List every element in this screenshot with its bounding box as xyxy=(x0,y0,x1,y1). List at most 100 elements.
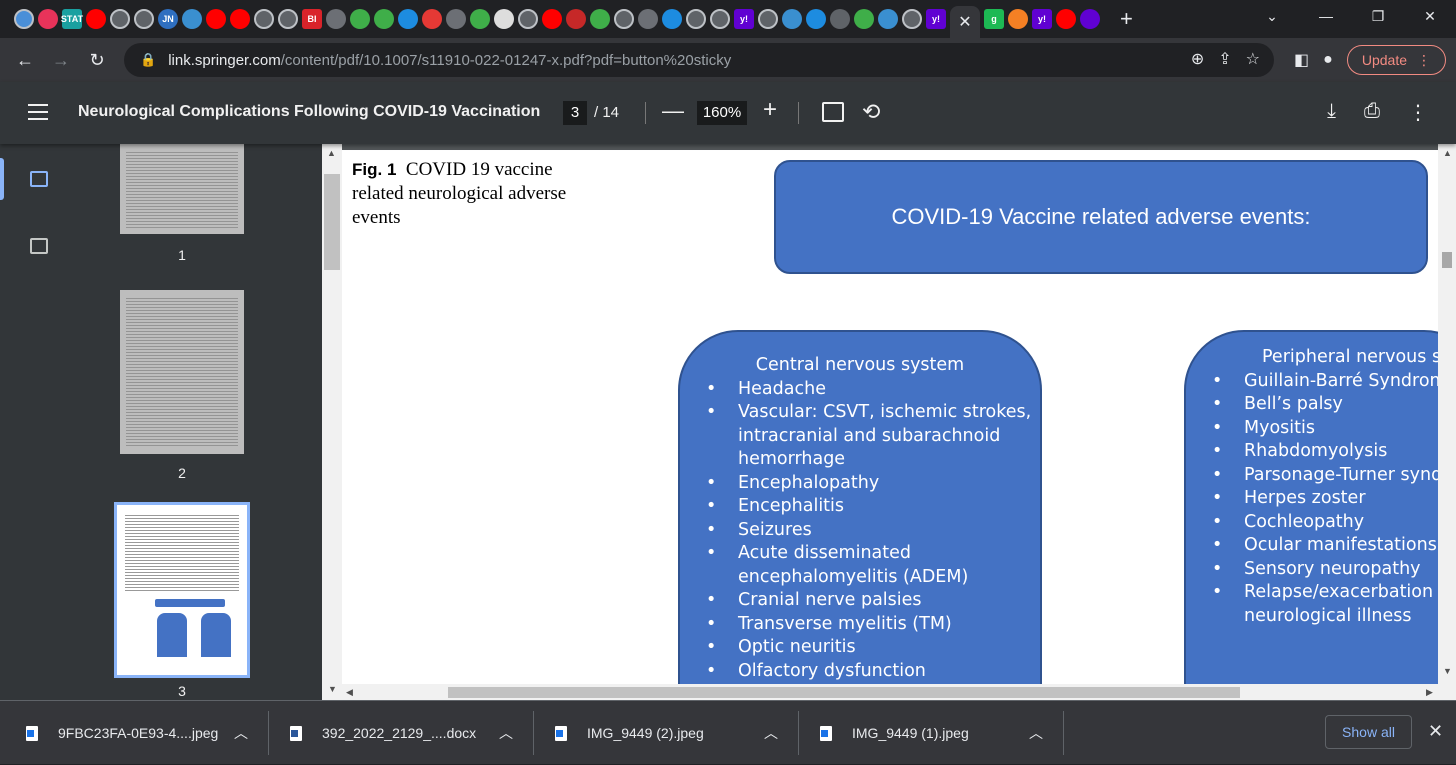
chevron-up-icon[interactable]: ︿ xyxy=(764,723,778,743)
address-bar[interactable]: 🔒 link.springer.com/content/pdf/10.1007/… xyxy=(124,43,1274,77)
share-icon[interactable]: ⇪ xyxy=(1218,49,1231,69)
play-icon[interactable] xyxy=(638,9,658,29)
play-icon[interactable] xyxy=(590,9,610,29)
left-scrollbar[interactable]: ▲ xyxy=(322,144,342,700)
rotate-icon[interactable]: ⟲ xyxy=(862,99,880,125)
youtube-icon[interactable] xyxy=(1056,9,1076,29)
horizontal-scroll-thumb[interactable] xyxy=(448,687,1240,698)
scroll-left-arrow[interactable]: ◀ xyxy=(346,687,353,698)
globe-icon[interactable] xyxy=(134,9,154,29)
search-icon[interactable] xyxy=(662,9,682,29)
globe-icon[interactable] xyxy=(254,9,274,29)
c-icon[interactable] xyxy=(398,9,418,29)
fit-page-icon[interactable] xyxy=(822,102,844,122)
globe-icon[interactable] xyxy=(686,9,706,29)
play-icon[interactable] xyxy=(350,9,370,29)
close-tab-icon[interactable]: ✕ xyxy=(958,12,971,32)
vertical-scroll-thumb[interactable] xyxy=(1442,252,1452,268)
chevron-up-icon[interactable]: ︿ xyxy=(1029,723,1043,743)
stack-icon[interactable] xyxy=(1008,9,1028,29)
scroll-up-arrow[interactable]: ▲ xyxy=(327,148,336,158)
list-item: Acute disseminated encephalomyelitis (AD… xyxy=(680,542,1040,589)
minimize-button[interactable]: — xyxy=(1298,0,1354,32)
pinwheel-icon[interactable] xyxy=(38,9,58,29)
update-button[interactable]: Update ⋮ xyxy=(1346,45,1446,75)
back-button[interactable]: ← xyxy=(10,45,40,75)
stat-icon[interactable]: STAT xyxy=(61,9,83,29)
caduceus-icon[interactable] xyxy=(878,9,898,29)
vertical-scrollbar[interactable]: ▲ ▼ xyxy=(1438,144,1456,700)
page-thumbnail-1[interactable] xyxy=(120,144,244,234)
zoom-out-button[interactable]: — xyxy=(662,98,684,124)
play-icon[interactable] xyxy=(374,9,394,29)
scroll-right-arrow[interactable]: ▶ xyxy=(1426,687,1433,698)
scroll-up-arrow[interactable]: ▲ xyxy=(1443,148,1452,158)
download-item[interactable]: 9FBC23FA-0E93-4....jpeg xyxy=(26,701,218,765)
search-icon[interactable] xyxy=(806,9,826,29)
globe-icon[interactable] xyxy=(518,9,538,29)
chevron-up-icon[interactable]: ︿ xyxy=(234,723,248,743)
scroll-down-arrow[interactable]: ▼ xyxy=(1443,666,1452,676)
yahoo-mail-icon[interactable] xyxy=(1080,9,1100,29)
globe-icon[interactable] xyxy=(110,9,130,29)
download-item[interactable]: IMG_9449 (1).jpeg xyxy=(820,701,969,765)
play-icon[interactable] xyxy=(326,9,346,29)
side-panel-icon[interactable]: ◧ xyxy=(1294,50,1309,70)
zoom-input[interactable]: 160% xyxy=(697,101,747,125)
grid-icon[interactable] xyxy=(494,9,514,29)
figure-header-box: COVID-19 Vaccine related adverse events: xyxy=(774,160,1428,274)
youtube-icon[interactable] xyxy=(542,9,562,29)
pdf-viewer[interactable]: ▲ Fig. 1 COVID 19 vaccine related neurol… xyxy=(322,144,1456,700)
show-all-button[interactable]: Show all xyxy=(1325,715,1412,749)
forward-button[interactable]: → xyxy=(46,45,76,75)
horizontal-scrollbar[interactable]: ◀ ▶ xyxy=(342,684,1438,700)
play-icon[interactable] xyxy=(446,9,466,29)
zoom-icon[interactable]: ⊕ xyxy=(1191,49,1204,69)
globe-icon[interactable] xyxy=(278,9,298,29)
close-window-button[interactable]: ✕ xyxy=(1402,0,1456,32)
download-item[interactable]: 392_2022_2129_....docx xyxy=(290,701,476,765)
yahoo-icon[interactable]: y! xyxy=(1032,9,1052,29)
caduceus-icon[interactable] xyxy=(182,9,202,29)
scroll-down-arrow[interactable]: ▼ xyxy=(328,684,337,694)
mic-icon[interactable] xyxy=(422,9,442,29)
jn-icon[interactable]: JN xyxy=(158,9,178,29)
scribble-icon[interactable] xyxy=(566,9,586,29)
active-tab[interactable]: ✕ xyxy=(950,6,980,38)
new-tab-button[interactable]: + xyxy=(1120,6,1133,32)
play-icon[interactable] xyxy=(854,9,874,29)
print-icon[interactable]: ⎙ xyxy=(1364,100,1380,125)
download-item[interactable]: IMG_9449 (2).jpeg xyxy=(555,701,704,765)
slash-icon[interactable] xyxy=(830,9,850,29)
menu-icon[interactable] xyxy=(28,104,48,125)
globe-icon[interactable] xyxy=(710,9,730,29)
caduceus-icon[interactable] xyxy=(782,9,802,29)
youtube-icon[interactable] xyxy=(86,9,106,29)
thumbnails-icon[interactable] xyxy=(30,171,48,187)
more-vert-icon[interactable]: ⋮ xyxy=(1408,100,1428,125)
yahoo-icon[interactable]: y! xyxy=(926,9,946,29)
outline-icon[interactable] xyxy=(30,238,48,254)
globe-icon[interactable] xyxy=(902,9,922,29)
globe-icon[interactable] xyxy=(758,9,778,29)
restore-button[interactable]: ❐ xyxy=(1350,0,1406,32)
zoom-in-button[interactable]: + xyxy=(763,96,777,124)
bookmark-star-icon[interactable]: ☆ xyxy=(1246,49,1260,69)
profile-icon[interactable]: ● xyxy=(1323,51,1333,69)
globe-icon[interactable] xyxy=(614,9,634,29)
reload-button[interactable]: ↻ xyxy=(82,45,112,75)
download-icon[interactable]: ⤓ xyxy=(1327,100,1336,125)
chevron-up-icon[interactable]: ︿ xyxy=(499,723,513,743)
close-icon[interactable]: ✕ xyxy=(1428,721,1443,742)
yahoo-icon[interactable]: y! xyxy=(734,9,754,29)
bi-icon[interactable]: BI xyxy=(302,9,322,29)
page-thumbnail-3[interactable] xyxy=(114,502,250,678)
globe-icon[interactable] xyxy=(14,9,34,29)
youtube-icon[interactable] xyxy=(230,9,250,29)
page-thumbnail-2[interactable] xyxy=(120,290,244,454)
page-number-input[interactable]: 3 xyxy=(563,101,587,125)
g-icon[interactable]: g xyxy=(984,9,1004,29)
tab-search-button[interactable]: ⌄ xyxy=(1244,0,1300,32)
play-icon[interactable] xyxy=(470,9,490,29)
youtube-icon[interactable] xyxy=(206,9,226,29)
